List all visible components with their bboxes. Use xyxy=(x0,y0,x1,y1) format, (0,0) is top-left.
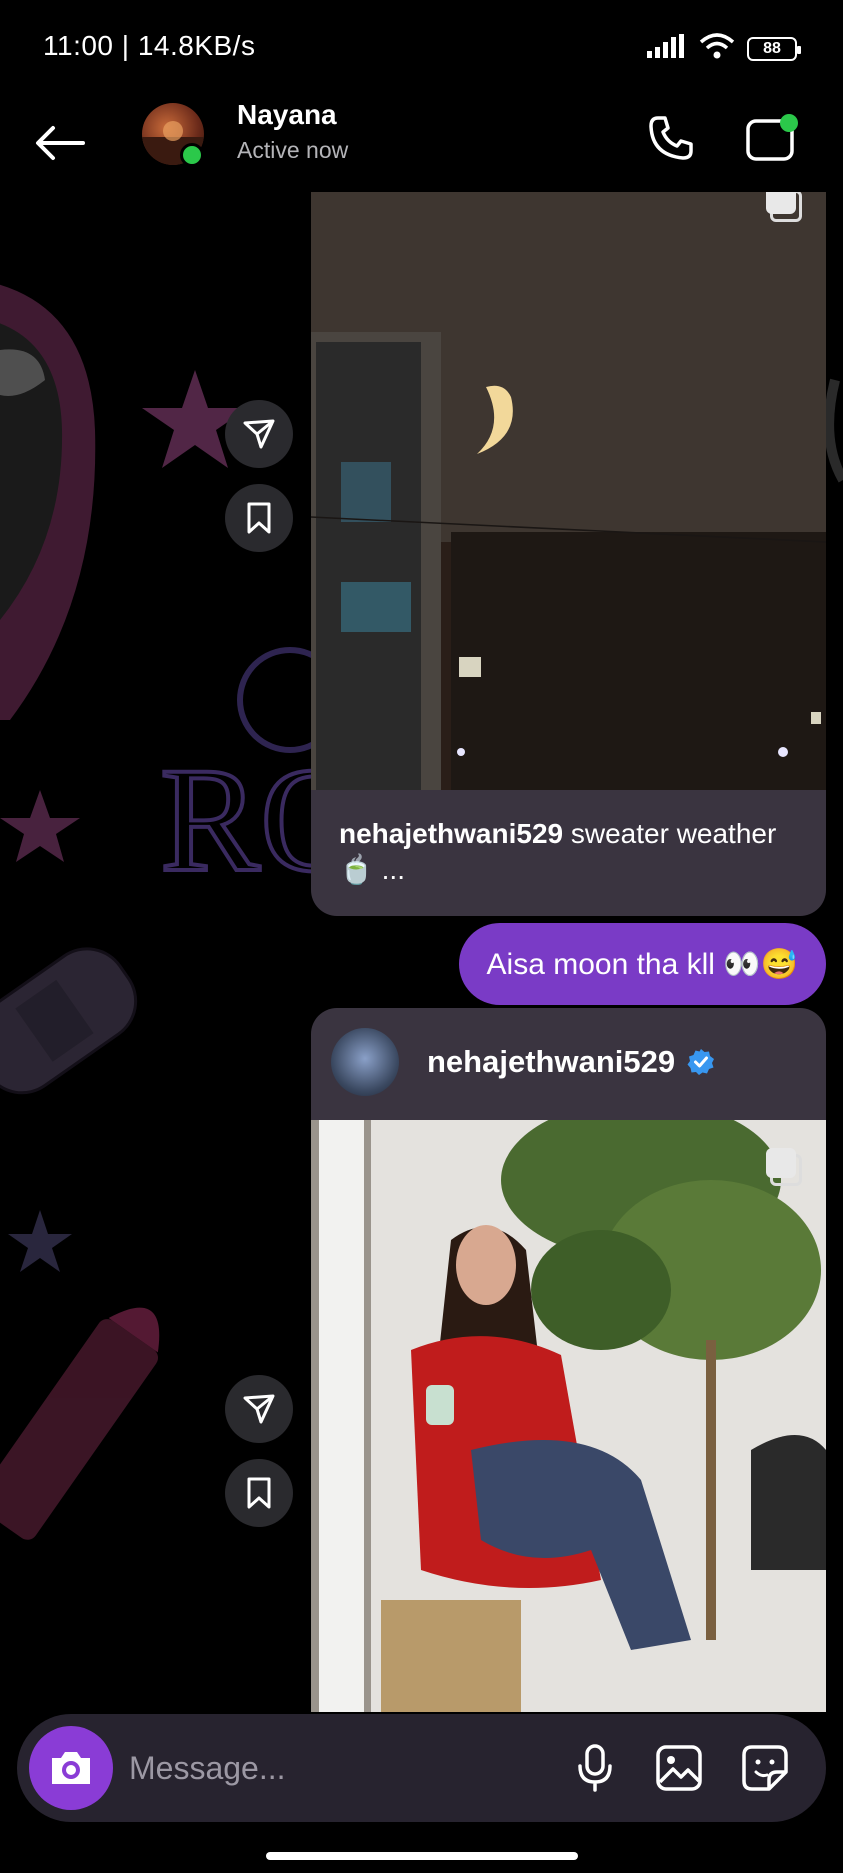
sent-message-bubble[interactable]: Aisa moon tha kll 👀😅 xyxy=(458,923,826,1005)
back-button[interactable] xyxy=(32,115,88,171)
phone-icon xyxy=(649,116,693,160)
shared-post-image[interactable] xyxy=(311,1120,826,1712)
contact-name[interactable]: Nayana xyxy=(237,99,337,131)
online-status-dot xyxy=(180,143,204,167)
verified-badge-icon xyxy=(687,1049,715,1075)
arrow-left-icon xyxy=(36,126,85,160)
voice-call-button[interactable] xyxy=(640,107,702,169)
microphone-icon xyxy=(578,1744,612,1792)
caption-username: nehajethwani529 xyxy=(339,818,564,849)
battery-level: 88 xyxy=(763,39,781,57)
share-post-button[interactable] xyxy=(225,1375,293,1443)
message-input[interactable] xyxy=(129,1738,549,1798)
bookmark-icon xyxy=(247,502,271,534)
message-list[interactable]: nehajethwani529 sweater weather 🍵 ... Ai… xyxy=(0,192,843,1712)
bookmark-icon xyxy=(247,1477,271,1509)
carousel-icon xyxy=(762,192,802,224)
post-author[interactable]: nehajethwani529 xyxy=(427,1044,715,1080)
sticker-button[interactable] xyxy=(735,1738,795,1798)
carousel-icon xyxy=(762,1148,802,1188)
signal-icon xyxy=(647,34,687,63)
video-camera-icon xyxy=(746,114,798,161)
message-composer xyxy=(17,1714,826,1822)
shared-post-caption[interactable]: nehajethwani529 sweater weather 🍵 ... xyxy=(311,790,826,916)
home-indicator[interactable] xyxy=(266,1852,578,1860)
camera-icon xyxy=(52,1752,90,1784)
wifi-icon xyxy=(699,32,735,65)
share-post-button[interactable] xyxy=(225,400,293,468)
status-bar: 11:00 | 14.8KB/s 88 xyxy=(0,0,843,95)
voice-message-button[interactable] xyxy=(565,1738,625,1798)
status-time: 11:00 | 14.8KB/s xyxy=(43,30,256,61)
shared-post-image[interactable] xyxy=(311,192,826,790)
shared-post-header[interactable]: nehajethwani529 xyxy=(311,1008,826,1120)
camera-button[interactable] xyxy=(29,1726,113,1810)
battery-indicator: 88 xyxy=(747,36,801,61)
post-author-avatar[interactable] xyxy=(331,1028,399,1096)
sticker-icon xyxy=(742,1745,788,1791)
gallery-button[interactable] xyxy=(649,1738,709,1798)
send-icon xyxy=(243,1394,275,1424)
contact-status: Active now xyxy=(237,137,349,163)
chat-header: Nayana Active now xyxy=(0,95,843,195)
image-icon xyxy=(656,1745,702,1791)
status-icons: 88 xyxy=(647,32,801,65)
send-icon xyxy=(243,419,275,449)
post-author-username: nehajethwani529 xyxy=(427,1044,676,1079)
save-post-button[interactable] xyxy=(225,1459,293,1527)
video-call-button[interactable] xyxy=(742,107,804,169)
save-post-button[interactable] xyxy=(225,484,293,552)
